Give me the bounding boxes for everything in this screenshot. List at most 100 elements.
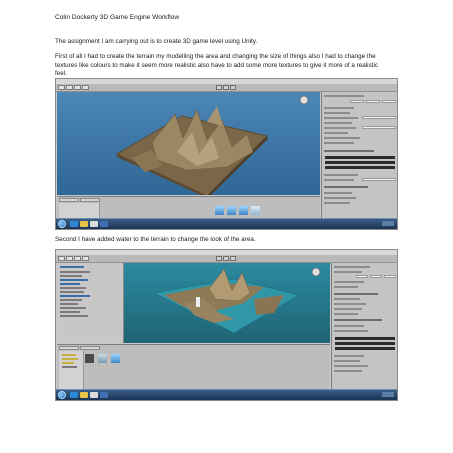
inspector-field (366, 100, 380, 103)
inspector-field (384, 275, 396, 278)
word-icon (100, 392, 108, 398)
inspector-row (324, 107, 354, 109)
inspector-row (324, 122, 352, 124)
inspector-field (362, 178, 396, 181)
unity-icon (90, 392, 98, 398)
windows-taskbar (56, 389, 397, 400)
hierarchy-item (60, 283, 80, 285)
hand-tool-icon (58, 85, 65, 90)
pause-icon (223, 256, 229, 261)
rotate-tool-icon (74, 256, 81, 261)
hierarchy-item (60, 291, 84, 293)
ie-icon (70, 392, 78, 398)
rotate-tool-icon (74, 85, 81, 90)
hierarchy-item (60, 271, 90, 273)
console-tab (80, 198, 100, 202)
scale-tool-icon (82, 256, 89, 261)
inspector-row (334, 286, 358, 288)
inspector-row (334, 313, 358, 315)
asset-cube-icon (111, 354, 120, 363)
inspector-header (324, 95, 364, 97)
folder-item (62, 354, 76, 356)
start-button-icon (58, 391, 66, 399)
inspector-row (324, 192, 352, 194)
texture-strip (325, 161, 395, 164)
terrain-mesh (153, 267, 321, 334)
texture-strip (335, 347, 395, 350)
object-marker (196, 297, 200, 307)
folder-item (62, 362, 74, 364)
hierarchy-item (60, 311, 80, 313)
asset-cube-icon (227, 206, 236, 215)
inspector-row (334, 365, 368, 367)
unity-terrain-editor-screenshot (55, 78, 398, 230)
move-tool-icon (66, 85, 73, 90)
inspector-row (334, 303, 366, 305)
project-panel (57, 344, 330, 392)
move-tool-icon (66, 256, 73, 261)
play-icon (216, 256, 222, 261)
inspector-row (334, 370, 362, 372)
paragraph-terrain: First of all I had to create the terrain… (55, 53, 379, 78)
project-tab (59, 346, 79, 350)
ie-icon (70, 221, 78, 227)
scene-gizmo-icon (311, 267, 321, 277)
inspector-row (334, 325, 364, 327)
inspector-row (334, 271, 362, 273)
texture-strip (325, 156, 395, 159)
inspector-row (334, 281, 364, 283)
inspector-field (362, 116, 396, 119)
inspector-row (334, 355, 364, 357)
inspector-section (324, 150, 374, 152)
step-icon (230, 256, 236, 261)
inspector-row (324, 127, 356, 129)
unity-terrain-with-water-screenshot (55, 249, 398, 401)
folder-icon (80, 392, 88, 398)
paragraph-water: Second I have added water to the terrain… (55, 236, 256, 243)
inspector-row (324, 142, 354, 144)
inspector-field (356, 275, 368, 278)
scene-viewport (124, 263, 330, 343)
inspector-field (382, 100, 396, 103)
toolbar (56, 255, 397, 263)
inspector-field (350, 100, 364, 103)
toolbar (56, 84, 397, 92)
inspector-section (334, 319, 382, 321)
clock (382, 221, 394, 226)
inspector-row (334, 308, 362, 310)
inspector-header (334, 266, 370, 268)
document-title: Colin Dockerty 3D Game Engine Workflow (55, 14, 180, 21)
inspector-section (334, 293, 378, 295)
asset-dark-icon (85, 354, 94, 363)
inspector-panel (331, 263, 397, 391)
folder-item (62, 366, 77, 368)
inspector-row (324, 132, 348, 134)
inspector-row (324, 179, 354, 181)
asset-cube-icon (251, 206, 260, 215)
inspector-field (370, 275, 382, 278)
terrain-mesh (115, 95, 309, 195)
hierarchy-item (60, 279, 88, 281)
scene-viewport (57, 92, 320, 195)
hierarchy-item (60, 287, 86, 289)
clock (382, 392, 394, 397)
project-tree (59, 351, 84, 391)
texture-strip (325, 166, 395, 169)
inspector-section (324, 186, 368, 188)
project-tab (59, 198, 79, 202)
inspector-row (324, 174, 358, 176)
scale-tool-icon (82, 85, 89, 90)
hierarchy-item (60, 299, 82, 301)
windows-taskbar (56, 218, 397, 229)
start-button-icon (58, 220, 66, 228)
play-icon (216, 85, 222, 90)
asset-cube-icon (98, 354, 107, 363)
paragraph-assignment: The assignment I am carrying out is to c… (55, 38, 258, 45)
inspector-row (324, 117, 358, 119)
console-tab (80, 346, 100, 350)
asset-cube-icon (215, 206, 224, 215)
scene-gizmo-icon (299, 95, 309, 105)
terrain-mountains (208, 268, 251, 302)
inspector-row (334, 298, 360, 300)
inspector-row (334, 360, 360, 362)
